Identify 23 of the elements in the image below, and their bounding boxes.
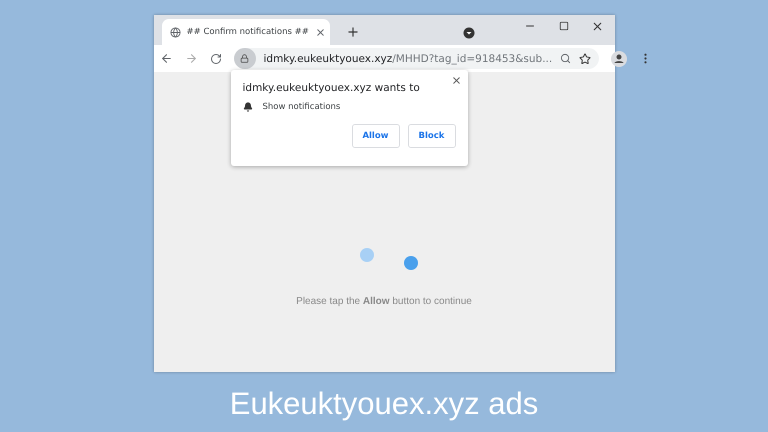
bell-icon bbox=[242, 102, 252, 112]
url-host-text: idmky.eukeuktyouex.xyz bbox=[264, 52, 392, 64]
profile-icon[interactable] bbox=[611, 50, 628, 66]
address-bar[interactable]: idmky.eukeuktyouex.xyz/MHHD?tag_id=918453&sub... bbox=[234, 48, 600, 69]
loading-spinner-icon bbox=[360, 248, 418, 270]
instruction-text: Please tap the Allow button to continue bbox=[296, 296, 472, 307]
permission-text: Show notifications bbox=[262, 102, 340, 112]
star-icon[interactable] bbox=[579, 52, 592, 64]
browser-tab[interactable]: ## Confirm notifications ## bbox=[162, 19, 330, 45]
new-tab-icon[interactable] bbox=[346, 25, 360, 39]
reload-icon[interactable] bbox=[210, 52, 222, 64]
popup-title: idmky.eukeuktyouex.xyz wants to bbox=[242, 82, 421, 94]
allow-button[interactable]: Allow bbox=[352, 124, 400, 148]
caption-text: Eukeuktyouex.xyz ads bbox=[230, 386, 538, 422]
tab-search-icon[interactable] bbox=[462, 27, 474, 39]
url-path-text: /MHHD?tag_id=918453&sub... bbox=[392, 52, 552, 64]
search-icon[interactable] bbox=[560, 53, 572, 64]
back-icon[interactable] bbox=[160, 52, 172, 65]
lock-icon[interactable] bbox=[234, 48, 256, 69]
block-button[interactable]: Block bbox=[408, 124, 456, 148]
close-tab-icon[interactable] bbox=[314, 26, 326, 38]
globe-icon bbox=[170, 26, 180, 38]
close-icon[interactable] bbox=[450, 75, 462, 86]
